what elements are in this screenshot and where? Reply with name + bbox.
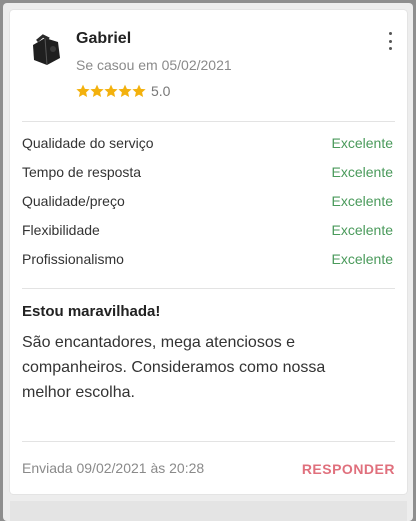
vertical-dots-icon	[388, 39, 392, 43]
criterion-row: Tempo de resposta Excelente	[22, 162, 393, 191]
review-title: Estou maravilhada!	[22, 303, 161, 320]
divider	[22, 121, 395, 122]
rating: 5.0	[76, 83, 170, 99]
vertical-dots-icon	[388, 47, 392, 50]
criterion-label: Tempo de resposta	[22, 164, 142, 180]
criterion-value: Excelente	[331, 222, 393, 238]
criterion-value: Excelente	[331, 251, 393, 267]
criterion-label: Flexibilidade	[22, 222, 100, 238]
star-icon	[118, 84, 132, 97]
star-rating	[76, 84, 146, 98]
criterion-row: Profissionalismo Excelente	[22, 249, 393, 278]
rating-value: 5.0	[151, 83, 171, 99]
criterion-row: Flexibilidade Excelente	[22, 220, 393, 249]
review-text: São encantadores, mega atenciosos e comp…	[22, 334, 326, 401]
criterion-row: Qualidade do serviço Excelente	[22, 133, 393, 162]
next-card-edge	[10, 501, 407, 521]
criterion-value: Excelente	[331, 135, 393, 151]
criterion-label: Profissionalismo	[22, 251, 124, 267]
more-options-button[interactable]	[383, 30, 397, 52]
criterion-row: Qualidade/preço Excelente	[22, 191, 393, 220]
star-icon	[104, 84, 118, 97]
screenshot-frame: Gabriel Se casou em 05/02/2021 5.0 Quali…	[3, 3, 413, 521]
review-card: Gabriel Se casou em 05/02/2021 5.0 Quali…	[10, 10, 407, 494]
criterion-value: Excelente	[331, 193, 393, 209]
reviewer-name: Gabriel	[76, 30, 132, 47]
criterion-label: Qualidade/preço	[22, 193, 125, 209]
sent-date: Enviada 09/02/2021 às 20:28	[22, 460, 205, 476]
divider	[22, 288, 395, 289]
star-icon	[76, 84, 90, 97]
criterion-value: Excelente	[331, 164, 393, 180]
married-date: Se casou em 05/02/2021	[76, 57, 232, 73]
criteria-list: Qualidade do serviço Excelente Tempo de …	[22, 133, 393, 278]
avatar-photo-icon	[25, 27, 67, 69]
divider	[22, 441, 395, 442]
star-icon	[132, 84, 146, 97]
reply-button[interactable]: RESPONDER	[302, 461, 395, 477]
star-icon	[90, 84, 104, 97]
avatar[interactable]	[25, 27, 67, 69]
criterion-label: Qualidade do serviço	[22, 135, 154, 151]
vertical-dots-icon	[388, 32, 392, 35]
